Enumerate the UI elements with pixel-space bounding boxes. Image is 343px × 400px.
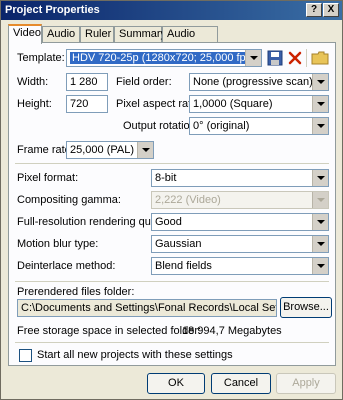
render-quality-select[interactable]: Good (151, 213, 329, 231)
pixel-format-value: 8-bit (155, 172, 177, 184)
tab-ruler[interactable]: Ruler (80, 26, 114, 43)
video-tab-panel: Template: HDV 720-25p (1280x720; 25,000 … (8, 42, 336, 366)
pixel-format-label: Pixel format: (17, 172, 79, 184)
compositing-gamma-select: 2,222 (Video) (151, 191, 329, 209)
tab-audio-cd[interactable]: Audio CD (162, 26, 218, 55)
compositing-gamma-label: Compositing gamma: (17, 194, 121, 206)
chevron-down-icon (245, 50, 261, 66)
frame-rate-value: 25,000 (PAL) (70, 144, 135, 156)
compositing-gamma-value: 2,222 (Video) (155, 194, 221, 206)
frame-rate-select[interactable]: 25,000 (PAL) (66, 141, 154, 159)
height-input[interactable]: 720 (66, 95, 108, 113)
divider (15, 281, 329, 282)
chevron-down-icon (312, 236, 328, 252)
delete-icon[interactable] (286, 49, 304, 67)
toolbar-divider (306, 49, 307, 67)
motion-blur-label: Motion blur type: (17, 238, 99, 250)
output-rotation-label: Output rotation: (123, 120, 199, 132)
tab-video[interactable]: Video (8, 24, 42, 44)
chevron-down-icon (312, 74, 328, 90)
chevron-down-icon (312, 118, 328, 134)
deinterlace-select[interactable]: Blend fields (151, 257, 329, 275)
height-label: Height: (17, 98, 52, 110)
template-select[interactable]: HDV 720-25p (1280x720; 25,000 fps) (66, 49, 262, 67)
start-all-label[interactable]: Start all new projects with these settin… (37, 349, 233, 361)
output-rotation-select[interactable]: 0° (original) (189, 117, 329, 135)
render-quality-value: Good (155, 216, 182, 228)
pixel-format-select[interactable]: 8-bit (151, 169, 329, 187)
tab-audio[interactable]: Audio (42, 26, 80, 43)
prerendered-path-field[interactable]: C:\Documents and Settings\Fonal Records\… (17, 299, 277, 317)
cancel-button[interactable]: Cancel (211, 373, 271, 394)
title-bar: Project Properties (1, 1, 342, 20)
chevron-down-icon (312, 96, 328, 112)
field-order-value: None (progressive scan) (193, 76, 313, 88)
motion-blur-value: Gaussian (155, 238, 202, 250)
apply-button: Apply (276, 373, 336, 394)
storage-value: 18 994,7 Megabytes (182, 325, 282, 337)
chevron-down-icon (312, 214, 328, 230)
folder-icon[interactable] (311, 49, 329, 67)
save-icon[interactable] (266, 49, 284, 67)
chevron-down-icon (137, 142, 153, 158)
divider (15, 163, 329, 164)
chevron-down-icon (312, 192, 328, 208)
template-value: HDV 720-25p (1280x720; 25,000 fps) (70, 52, 257, 64)
start-all-checkbox[interactable] (19, 349, 32, 362)
motion-blur-select[interactable]: Gaussian (151, 235, 329, 253)
deinterlace-value: Blend fields (155, 260, 212, 272)
field-order-label: Field order: (116, 76, 172, 88)
deinterlace-label: Deinterlace method: (17, 260, 116, 272)
width-label: Width: (17, 76, 49, 88)
output-rotation-value: 0° (original) (193, 120, 250, 132)
prerendered-label: Prerendered files folder: (17, 286, 135, 298)
divider (15, 342, 329, 343)
window-title: Project Properties (5, 4, 100, 16)
browse-button[interactable]: Browse... (280, 297, 332, 318)
pixel-aspect-select[interactable]: 1,0000 (Square) (189, 95, 329, 113)
chevron-down-icon (312, 170, 328, 186)
storage-label: Free storage space in selected folder: (17, 325, 202, 337)
width-input[interactable]: 1 280 (66, 73, 108, 91)
tab-summary[interactable]: Summary (114, 26, 166, 43)
template-label: Template: (17, 52, 65, 64)
chevron-down-icon (312, 258, 328, 274)
close-button[interactable]: X (323, 3, 339, 17)
ok-button[interactable]: OK (147, 373, 205, 394)
pixel-aspect-value: 1,0000 (Square) (193, 98, 273, 110)
field-order-select[interactable]: None (progressive scan) (189, 73, 329, 91)
help-button[interactable]: ? (306, 3, 322, 17)
project-properties-window: Project Properties ? X Video Audio Ruler… (0, 0, 343, 400)
